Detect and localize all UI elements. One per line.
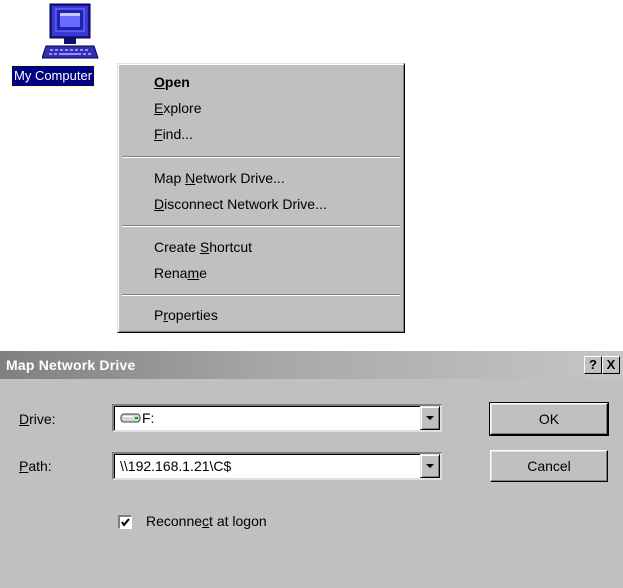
close-button[interactable]: X — [602, 356, 620, 374]
menu-item-find[interactable]: Find... — [154, 125, 193, 143]
menu-item-explore[interactable]: Explore — [154, 99, 201, 117]
menu-item-create-shortcut[interactable]: Create Shortcut — [154, 238, 252, 256]
chevron-down-icon — [426, 464, 434, 468]
menu-separator — [122, 225, 400, 227]
path-value[interactable]: \\192.168.1.21\C$ — [120, 458, 231, 474]
reconnect-checkbox[interactable] — [118, 515, 132, 529]
dialog-title: Map Network Drive — [6, 357, 136, 373]
ok-button[interactable]: OK — [489, 402, 609, 436]
menu-item-rename[interactable]: Rename — [154, 264, 207, 282]
menu-separator — [122, 294, 400, 296]
context-menu: Open Explore Find... Map Network Drive..… — [117, 63, 405, 333]
my-computer-label[interactable]: My Computer — [10, 65, 96, 87]
network-drive-icon — [120, 413, 141, 423]
menu-separator — [122, 156, 400, 158]
help-icon: ? — [589, 357, 597, 372]
my-computer-desktop-icon[interactable]: My Computer — [10, 2, 122, 88]
checkmark-icon — [121, 518, 130, 527]
drive-dropdown-button[interactable] — [420, 406, 440, 430]
path-combobox[interactable]: \\192.168.1.21\C$ — [112, 452, 442, 480]
reconnect-label[interactable]: Reconnect at logon — [146, 513, 267, 529]
path-dropdown-button[interactable] — [420, 454, 440, 478]
drive-label: Drive: — [19, 411, 56, 427]
drive-select[interactable]: F: — [112, 404, 442, 432]
drive-letter: F: — [142, 410, 155, 426]
chevron-down-icon — [426, 416, 434, 420]
dialog-titlebar[interactable]: Map Network Drive ? X — [0, 351, 623, 379]
drive-value: F: — [120, 410, 154, 426]
menu-item-open[interactable]: Open — [154, 73, 190, 91]
menu-item-disconnect-network-drive[interactable]: Disconnect Network Drive... — [154, 195, 327, 213]
help-button[interactable]: ? — [584, 356, 602, 374]
close-icon: X — [606, 357, 616, 372]
computer-icon — [42, 3, 99, 59]
menu-item-properties[interactable]: Properties — [154, 306, 218, 324]
path-label: Path: — [19, 458, 52, 474]
map-network-drive-dialog: Map Network Drive ? X Drive: F: OK Path:… — [0, 351, 623, 588]
cancel-button[interactable]: Cancel — [490, 450, 608, 482]
menu-item-map-network-drive[interactable]: Map Network Drive... — [154, 169, 285, 187]
